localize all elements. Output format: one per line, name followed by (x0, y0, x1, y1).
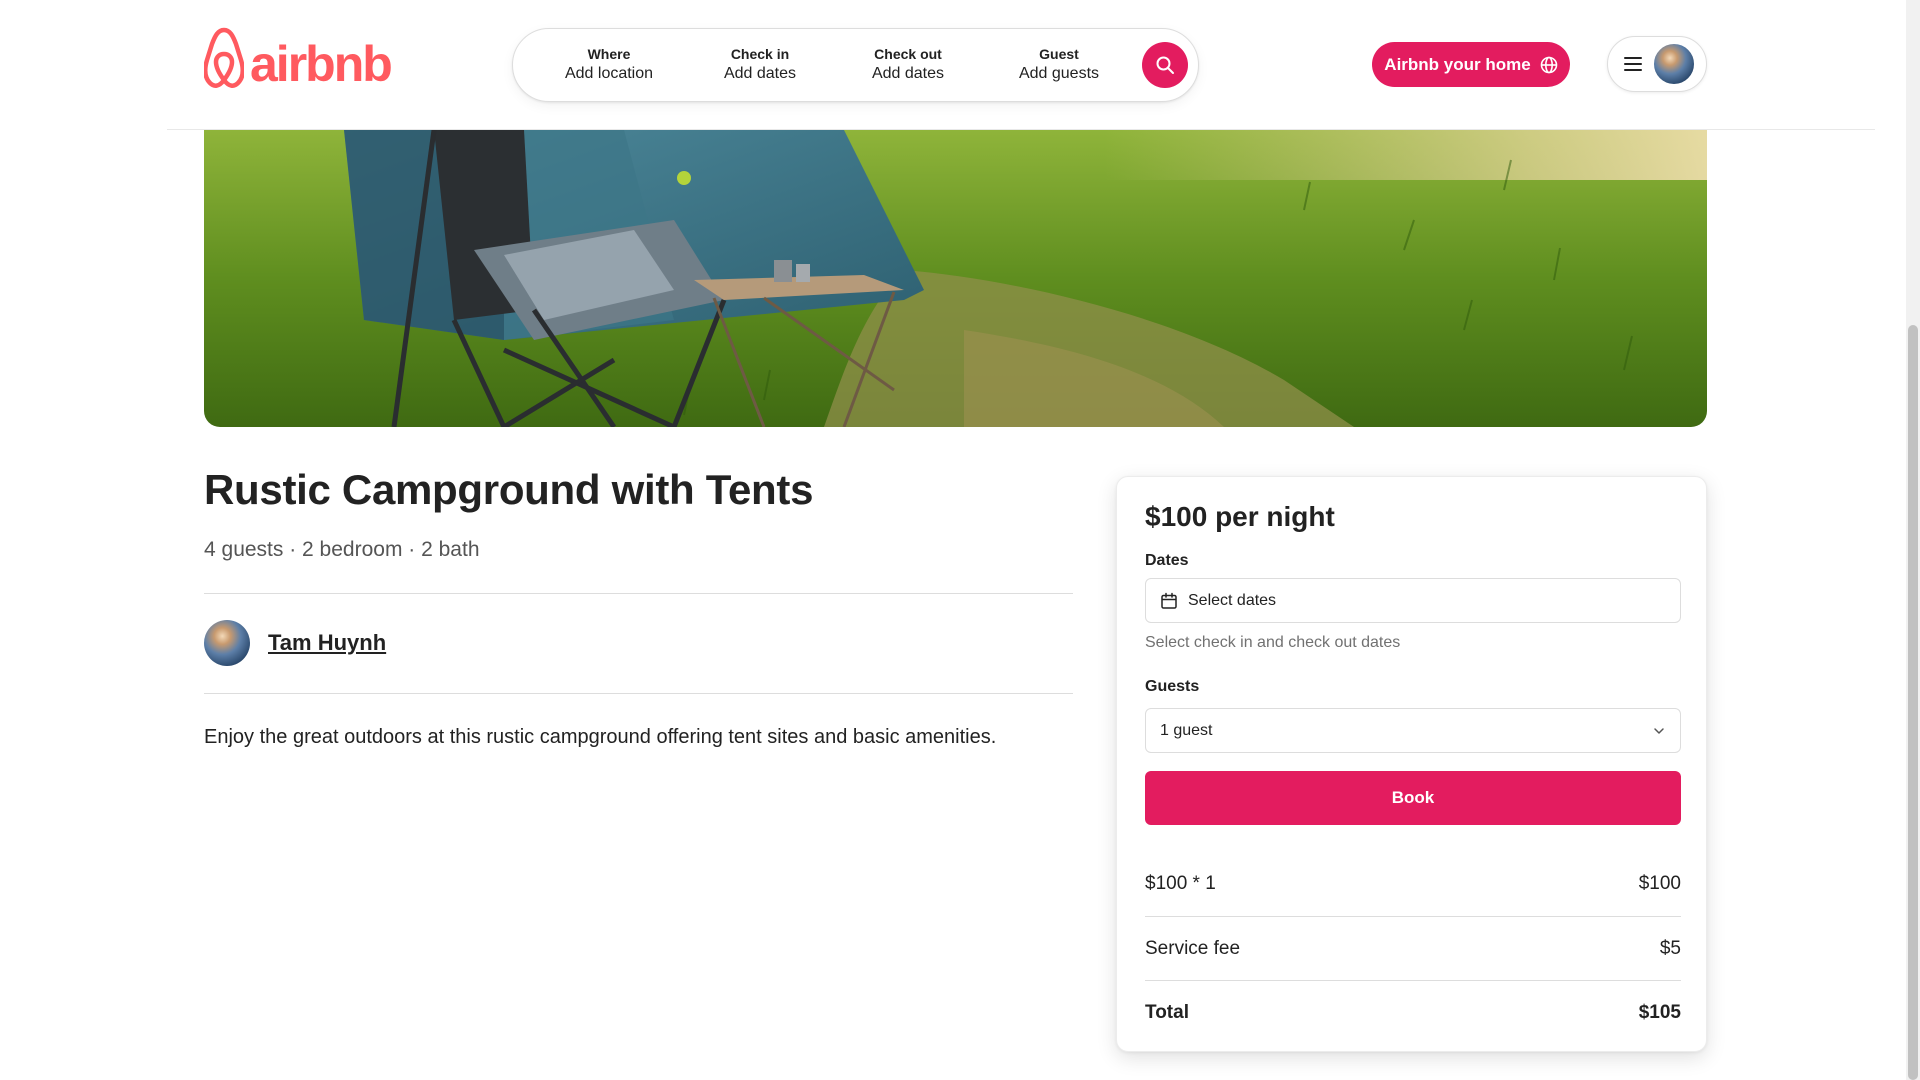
check-out-label: Check out (874, 46, 942, 62)
line-item-label: $100 * 1 (1145, 873, 1216, 894)
scrollbar-thumb[interactable] (1908, 325, 1918, 1080)
airbnb-logo[interactable]: airbnb (204, 26, 393, 102)
top-header: airbnb Where Add location Check in Add d… (167, 0, 1875, 130)
book-button[interactable]: Book (1145, 771, 1681, 825)
line-item-nightly: $100 * 1 $100 (1145, 873, 1681, 895)
search-button[interactable] (1142, 42, 1188, 88)
dates-placeholder: Select dates (1188, 591, 1277, 609)
search-bar: Where Add location Check in Add dates Ch… (512, 28, 1199, 102)
host-button-label: Airbnb your home (1384, 54, 1531, 74)
airbnb-belo-icon (204, 27, 244, 88)
search-icon (1156, 56, 1174, 74)
total-row: Total $105 (1145, 1002, 1681, 1024)
where-label: Where (587, 46, 631, 62)
guests-label: Guests (1145, 678, 1200, 695)
price-per-night: $100 per night (1145, 501, 1335, 532)
guests-value: 1 guest (1160, 721, 1213, 739)
listing-hero-image (204, 130, 1707, 427)
listing-capacity: 4 guests · 2 bedroom · 2 bath (204, 538, 480, 561)
line-item-amount: $5 (1659, 938, 1681, 959)
page-scrollbar[interactable] (1906, 0, 1920, 1080)
user-avatar (1652, 42, 1696, 86)
divider (204, 693, 1073, 694)
booking-card: $100 per night Dates Select dates Select… (1116, 476, 1707, 1052)
listing-description: Enjoy the great outdoors at this rustic … (204, 726, 997, 748)
dates-label: Dates (1145, 552, 1189, 569)
listing-title: Rustic Campground with Tents (204, 466, 814, 513)
hamburger-menu-icon (1624, 57, 1642, 71)
chevron-down-icon (1654, 727, 1664, 734)
line-item-service-fee: Service fee $5 (1145, 938, 1681, 960)
host-avatar[interactable] (204, 620, 250, 666)
total-amount: $105 (1638, 1002, 1681, 1023)
divider (1145, 916, 1681, 917)
guest-label: Guest (1039, 46, 1079, 62)
calendar-icon (1161, 592, 1177, 609)
check-in-value: Add dates (723, 65, 797, 82)
user-menu-button[interactable] (1607, 36, 1707, 92)
check-in-label: Check in (730, 46, 790, 62)
line-item-amount: $100 (1638, 873, 1681, 894)
globe-icon (1540, 56, 1558, 73)
campsite-photo (204, 130, 1707, 427)
divider (1145, 980, 1681, 981)
host-row: Tam Huynh (204, 620, 386, 666)
guests-select[interactable]: 1 guest (1145, 708, 1681, 753)
dates-hint: Select check in and check out dates (1145, 634, 1401, 651)
search-guest[interactable]: Guest Add guests (1004, 45, 1114, 85)
where-value: Add location (564, 65, 654, 82)
airbnb-your-home-button[interactable]: Airbnb your home (1372, 42, 1570, 87)
host-name-link[interactable]: Tam Huynh (268, 630, 386, 656)
search-check-out[interactable]: Check out Add dates (853, 45, 963, 85)
guest-value: Add guests (1018, 65, 1100, 82)
total-label: Total (1145, 1002, 1189, 1023)
line-item-label: Service fee (1145, 938, 1241, 959)
search-check-in[interactable]: Check in Add dates (705, 45, 815, 85)
check-out-value: Add dates (871, 65, 945, 82)
search-where[interactable]: Where Add location (549, 45, 669, 85)
listing-page: airbnb Where Add location Check in Add d… (0, 0, 1920, 1080)
dates-picker[interactable]: Select dates (1145, 578, 1681, 623)
divider (204, 593, 1073, 594)
logo-wordmark: airbnb (250, 36, 393, 92)
